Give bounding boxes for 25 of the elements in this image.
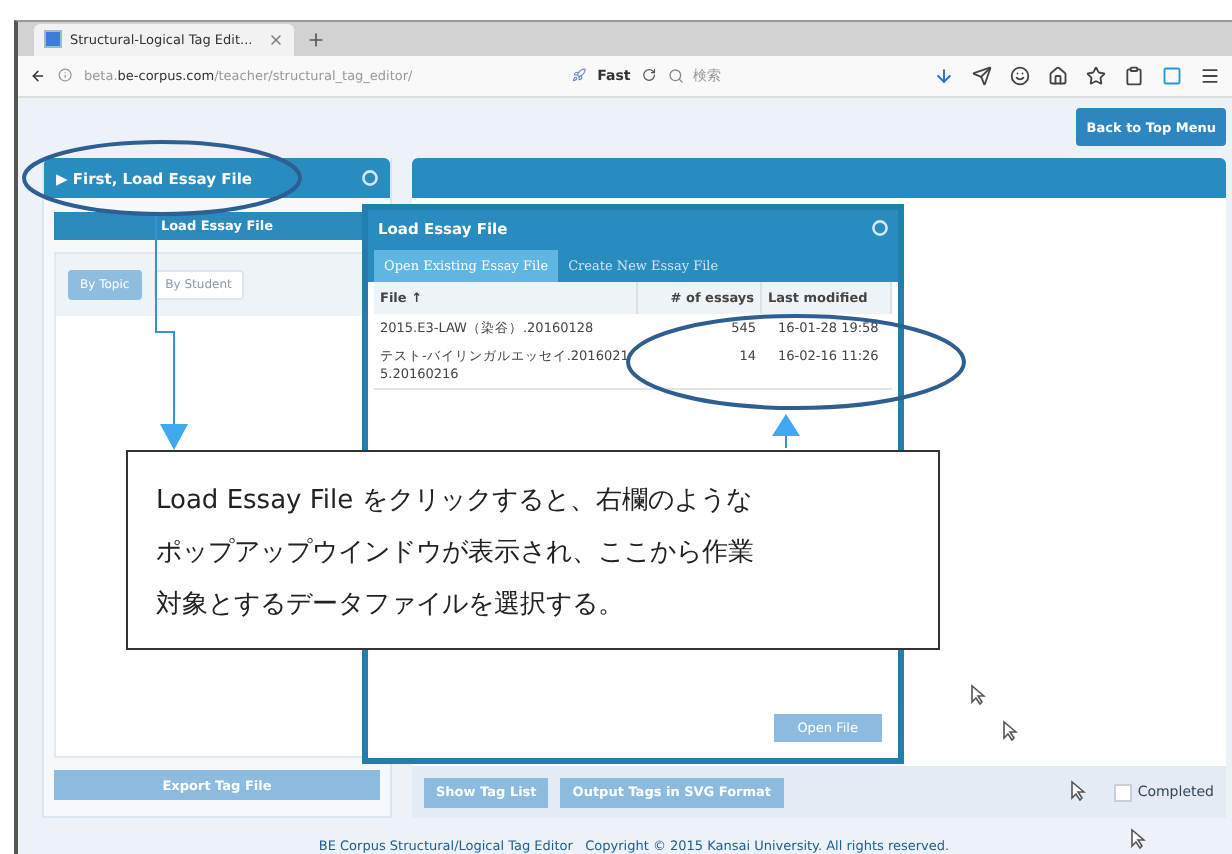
plus-icon[interactable] xyxy=(306,29,326,50)
menu-icon[interactable] xyxy=(1200,65,1220,86)
cursor-icon xyxy=(1130,828,1146,850)
star-icon[interactable] xyxy=(1086,65,1106,86)
info-icon[interactable] xyxy=(57,66,73,85)
square-icon[interactable] xyxy=(1162,65,1182,86)
send-icon[interactable] xyxy=(972,65,992,86)
search-icon xyxy=(668,67,685,84)
checkbox[interactable] xyxy=(1113,783,1132,801)
download-icon[interactable] xyxy=(934,65,954,86)
smiley-icon[interactable] xyxy=(1010,65,1030,86)
arrow xyxy=(772,414,800,449)
cursor-icon xyxy=(970,684,986,706)
rocket-icon xyxy=(571,66,586,85)
reload-icon[interactable] xyxy=(642,66,657,85)
cursor-icon xyxy=(1002,720,1018,742)
home-icon[interactable] xyxy=(1048,65,1068,86)
favicon-icon xyxy=(44,30,62,49)
close-icon[interactable] xyxy=(362,170,378,186)
cursor-icon xyxy=(1070,780,1086,802)
clipboard-icon[interactable] xyxy=(1124,65,1144,86)
close-icon[interactable] xyxy=(872,220,888,236)
close-icon[interactable] xyxy=(268,31,284,48)
back-icon[interactable] xyxy=(30,65,46,86)
callout-text: Load Essay File をクリックすると、右欄のような ポップアップウインドウが表示され、ここから作業 対象とするデータファイルを選択する。 xyxy=(126,450,940,650)
